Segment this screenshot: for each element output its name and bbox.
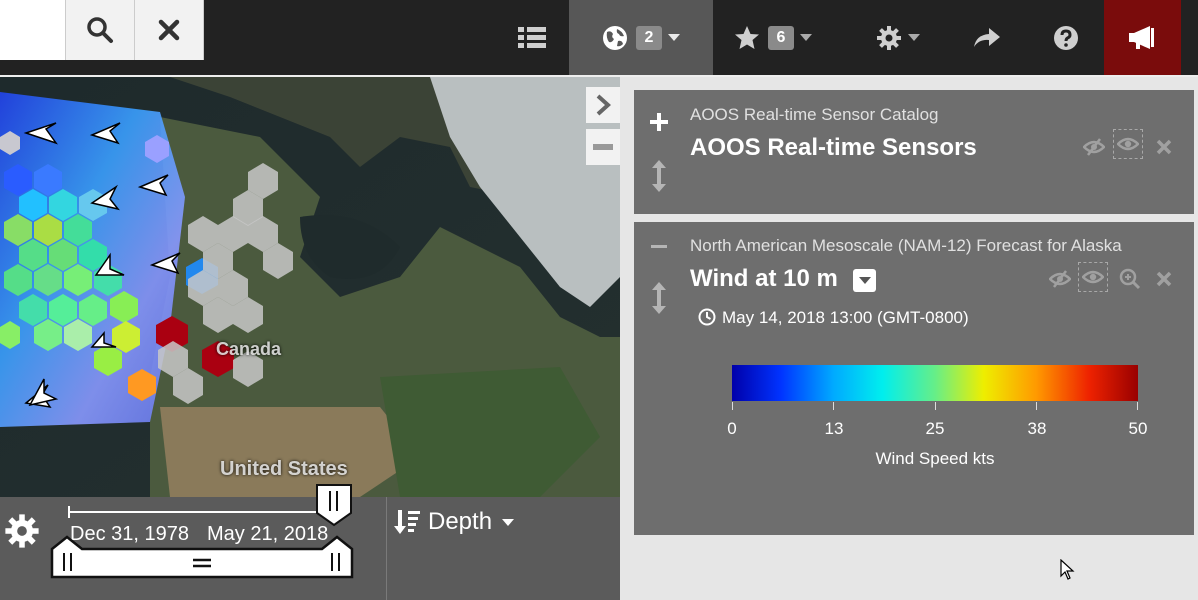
zoom-out-button[interactable] (586, 129, 620, 165)
gear-icon (5, 514, 39, 548)
favorites-menu-button[interactable]: 6 (713, 0, 833, 75)
layer-card-tab (634, 222, 682, 535)
star-icon (734, 25, 759, 49)
hide-layer-button[interactable] (1045, 264, 1075, 294)
share-button[interactable] (956, 0, 1018, 75)
expand-panel-button[interactable] (586, 87, 620, 123)
chevron-down-icon (908, 34, 920, 41)
time-current-handle[interactable] (315, 483, 353, 527)
legend-tick (935, 402, 936, 410)
time-slider-bar: Dec 31, 1978 May 21, 2018 Depth (0, 484, 620, 600)
gear-icon (877, 25, 901, 50)
expand-layer-button[interactable] (649, 112, 669, 132)
clear-search-button[interactable] (135, 0, 204, 60)
show-layer-button[interactable] (1113, 129, 1143, 159)
layer-time: May 14, 2018 13:00 (GMT-0800) (722, 308, 969, 327)
eye-slash-icon (1049, 270, 1071, 288)
close-icon (1156, 271, 1172, 287)
legend-title: Wind Speed kts (875, 449, 995, 468)
layer-title: AOOS Real-time Sensors (690, 134, 977, 161)
eye-icon (1117, 137, 1139, 151)
clock-icon (698, 308, 716, 326)
layer-card-wind: North American Mesoscale (NAM-12) Foreca… (634, 222, 1194, 535)
depth-dropdown-button[interactable]: Depth (394, 507, 515, 537)
share-icon (974, 27, 1000, 47)
map-label-canada: Canada (216, 339, 282, 359)
time-settings-button[interactable] (4, 513, 40, 554)
legend-tick-label: 38 (1027, 419, 1047, 438)
chevron-down-icon (502, 518, 515, 526)
announcements-button[interactable] (1104, 0, 1181, 75)
map-basemap (0, 77, 620, 497)
time-range-selector[interactable] (50, 533, 354, 579)
mouse-cursor-icon (1060, 559, 1075, 580)
collapse-layer-button[interactable] (651, 245, 667, 249)
legend-tick-label: 50 (1128, 419, 1148, 438)
chevron-down-icon (800, 34, 813, 41)
search-input[interactable] (0, 0, 66, 60)
layer-subtitle: AOOS Real-time Sensor Catalog (690, 105, 939, 124)
chevron-right-icon (596, 94, 611, 116)
legend-tick (1137, 402, 1138, 410)
layer-card-sensors: AOOS Real-time Sensor Catalog AOOS Real-… (634, 90, 1194, 214)
drag-handle-icon[interactable] (651, 282, 667, 314)
depth-label: Depth (428, 508, 493, 535)
layers-panel: AOOS Real-time Sensor Catalog AOOS Real-… (620, 77, 1198, 600)
top-toolbar: 2 6 (0, 0, 1198, 75)
legend-tick (732, 402, 733, 410)
zoom-to-layer-button[interactable] (1115, 264, 1145, 294)
legend-tick-label: 0 (727, 419, 737, 438)
timebar-divider (386, 497, 387, 600)
help-button[interactable] (1033, 0, 1099, 75)
search-button[interactable] (66, 0, 135, 60)
remove-layer-button[interactable] (1149, 264, 1179, 294)
map-label-united-states: United States (220, 458, 348, 480)
sort-depth-icon (394, 510, 420, 534)
legend-colorbar (732, 365, 1138, 401)
legend-tick-label: 13 (824, 419, 844, 438)
eye-slash-icon (1083, 138, 1105, 156)
megaphone-icon (1128, 25, 1154, 49)
layer-subtitle: North American Mesoscale (NAM-12) Foreca… (690, 236, 1122, 255)
help-icon (1054, 25, 1078, 50)
minus-icon (593, 144, 613, 150)
time-range-track (68, 511, 334, 513)
layer-options-dropdown[interactable] (853, 269, 876, 292)
favorites-count-badge: 6 (767, 25, 795, 50)
legend-tick-label: 25 (925, 419, 945, 438)
legend-tick (1036, 402, 1037, 410)
close-icon (1156, 139, 1172, 155)
show-layer-button[interactable] (1078, 262, 1108, 292)
search-icon (87, 17, 113, 43)
eye-icon (1082, 270, 1104, 284)
legend-tick (833, 402, 834, 410)
map-view[interactable]: Canada United States (0, 77, 620, 497)
layer-card-tab (634, 90, 682, 214)
hide-layer-button[interactable] (1079, 132, 1109, 162)
list-icon (517, 26, 546, 48)
layers-count-badge: 2 (635, 25, 663, 50)
globe-icon (602, 25, 627, 50)
time-range-track-start-tick (68, 506, 70, 518)
zoom-in-icon (1119, 268, 1141, 290)
close-icon (158, 19, 180, 41)
chevron-down-icon (858, 277, 871, 284)
drag-handle-icon[interactable] (651, 160, 667, 192)
chevron-down-icon (668, 34, 681, 41)
list-view-button[interactable] (494, 0, 569, 75)
settings-menu-button[interactable] (862, 0, 934, 75)
layer-title: Wind at 10 m (690, 265, 838, 292)
layers-menu-button[interactable]: 2 (569, 0, 713, 75)
remove-layer-button[interactable] (1149, 132, 1179, 162)
